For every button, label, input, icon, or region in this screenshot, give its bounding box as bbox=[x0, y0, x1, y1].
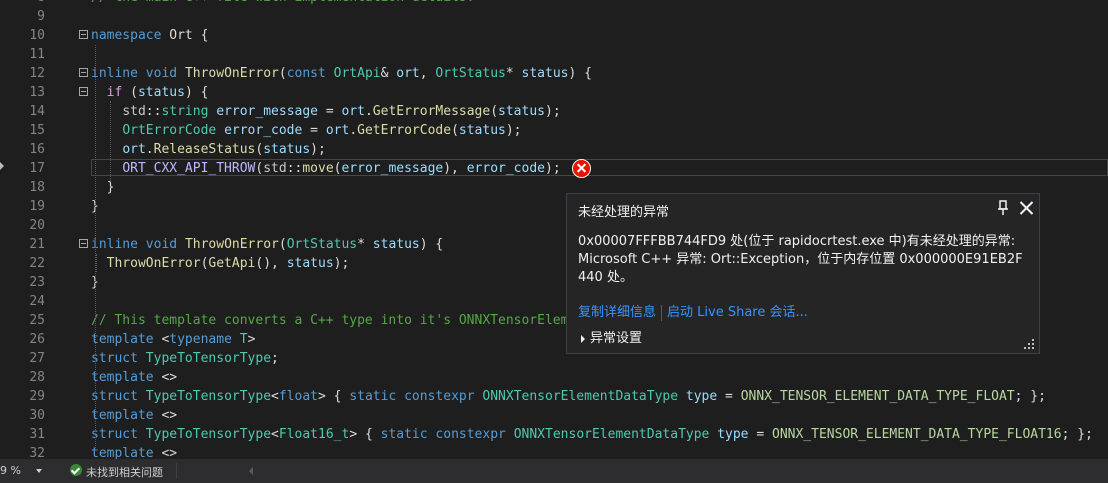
line-number: 20 bbox=[29, 218, 45, 233]
copy-details-link[interactable]: 复制详细信息 bbox=[578, 305, 656, 320]
code-line[interactable]: 15 OrtErrorCode error_code = ort.GetErro… bbox=[0, 121, 1108, 140]
code-text: // the main C++ file with implementation… bbox=[91, 0, 475, 7]
code-text: template <> bbox=[91, 370, 178, 385]
line-number: 27 bbox=[29, 351, 45, 366]
code-line[interactable]: 16 ort.ReleaseStatus(status); bbox=[0, 140, 1108, 159]
code-line[interactable]: 10 namespace Ort { bbox=[0, 26, 1108, 45]
indent-guide bbox=[95, 45, 96, 450]
resize-grip-icon[interactable] bbox=[1023, 338, 1035, 350]
expand-arrow-icon bbox=[581, 334, 585, 343]
line-number: 31 bbox=[29, 427, 45, 442]
code-text: ort.ReleaseStatus(status); bbox=[122, 142, 326, 157]
indent-guide bbox=[110, 101, 111, 181]
code-line[interactable]: 30 template <> bbox=[0, 406, 1108, 425]
popup-links: 复制详细信息 启动 Live Share 会话... bbox=[578, 301, 808, 321]
code-text: namespace Ort { bbox=[91, 28, 209, 43]
zoom-level[interactable]: 9 % bbox=[0, 464, 21, 477]
issues-status[interactable]: 未找到相关问题 bbox=[86, 464, 163, 480]
code-text: inline void ThrowOnError(const OrtApi& o… bbox=[91, 66, 592, 81]
code-text: // This template converts a C++ type int… bbox=[91, 313, 577, 328]
line-number: 17 bbox=[29, 161, 45, 176]
line-number: 8 bbox=[0, 0, 45, 7]
code-text: inline void ThrowOnError(OrtStatus* stat… bbox=[91, 237, 444, 252]
fold-toggle-icon[interactable] bbox=[79, 30, 88, 39]
live-share-link[interactable]: 启动 Live Share 会话... bbox=[667, 305, 808, 320]
fold-toggle-icon[interactable] bbox=[79, 87, 88, 96]
code-line[interactable]: 14 std::string error_message = ort.GetEr… bbox=[0, 102, 1108, 121]
line-number: 10 bbox=[29, 28, 45, 43]
fold-toggle-icon[interactable] bbox=[79, 68, 88, 77]
code-editor[interactable]: 8 // the main C++ file with implementatio… bbox=[0, 0, 1108, 459]
close-icon[interactable] bbox=[1017, 199, 1035, 217]
line-number: 12 bbox=[29, 66, 45, 81]
line-number: 13 bbox=[29, 85, 45, 100]
error-icon[interactable] bbox=[572, 159, 591, 178]
status-bar: 9 % 未找到相关问题 bbox=[0, 459, 1108, 483]
code-text: if (status) { bbox=[106, 85, 209, 100]
line-number: 28 bbox=[29, 370, 45, 385]
exception-settings-label: 异常设置 bbox=[590, 331, 643, 346]
line-number: 16 bbox=[29, 142, 45, 157]
line-number: 21 bbox=[29, 237, 45, 252]
code-text: struct TypeToTensorType; bbox=[91, 351, 279, 366]
code-line[interactable]: 13 if (status) { bbox=[0, 83, 1108, 102]
code-text: ThrowOnError(GetApi(), status); bbox=[106, 256, 350, 271]
code-line[interactable]: 31 struct TypeToTensorType<Float16_t> { s… bbox=[0, 425, 1108, 444]
code-text: template <> bbox=[91, 446, 178, 459]
zoom-dropdown-icon[interactable] bbox=[36, 469, 42, 473]
code-text: struct TypeToTensorType<float> { static … bbox=[91, 389, 1046, 404]
line-number: 18 bbox=[29, 180, 45, 195]
line-number: 23 bbox=[29, 275, 45, 290]
line-number: 11 bbox=[29, 47, 45, 62]
exception-message: 0x00007FFFBB744FD9 处(位于 rapidocrtest.exe… bbox=[578, 234, 1023, 285]
fold-toggle-icon[interactable] bbox=[79, 239, 88, 248]
code-line[interactable]: 11 bbox=[0, 45, 1108, 64]
popup-title: 未经处理的异常 bbox=[578, 205, 670, 220]
line-number: 15 bbox=[29, 123, 45, 138]
scroll-left-icon[interactable] bbox=[249, 467, 253, 475]
line-number: 24 bbox=[29, 294, 45, 309]
code-line[interactable]: 29 struct TypeToTensorType<float> { stati… bbox=[0, 387, 1108, 406]
line-number: 25 bbox=[29, 313, 45, 328]
code-line[interactable]: 32 template <> bbox=[0, 444, 1108, 459]
line-number: 29 bbox=[29, 389, 45, 404]
line-number: 30 bbox=[29, 408, 45, 423]
code-text: struct TypeToTensorType<Float16_t> { sta… bbox=[91, 427, 1093, 442]
status-separator bbox=[176, 463, 177, 479]
line-number: 9 bbox=[37, 9, 45, 24]
indent-guide bbox=[96, 254, 97, 272]
code-text: template <typename T> bbox=[91, 332, 256, 347]
code-line[interactable]: 28 template <> bbox=[0, 368, 1108, 387]
line-number: 26 bbox=[29, 332, 45, 347]
line-number: 22 bbox=[29, 256, 45, 271]
pin-icon[interactable] bbox=[997, 200, 1009, 216]
line-number: 19 bbox=[29, 199, 45, 214]
line-number: 14 bbox=[29, 104, 45, 119]
code-line[interactable]: 9 bbox=[0, 7, 1108, 26]
code-text: OrtErrorCode error_code = ort.GetErrorCo… bbox=[122, 123, 522, 138]
link-separator bbox=[661, 304, 663, 321]
check-circle-icon bbox=[70, 464, 82, 476]
code-line[interactable]: 17 ORT_CXX_API_THROW(std::move(error_mes… bbox=[0, 159, 1108, 178]
code-line[interactable]: 12 inline void ThrowOnError(const OrtApi&… bbox=[0, 64, 1108, 83]
line-number: 32 bbox=[29, 446, 45, 459]
code-text: ORT_CXX_API_THROW(std::move(error_messag… bbox=[122, 161, 561, 176]
code-text: template <> bbox=[91, 408, 178, 423]
code-text: std::string error_message = ort.GetError… bbox=[122, 104, 561, 119]
exception-popup: 未经处理的异常 0x00007FFFBB744FD9 处(位于 rapidocr… bbox=[566, 193, 1040, 354]
exception-settings-toggle[interactable]: 异常设置 bbox=[581, 327, 642, 346]
code-line[interactable]: 8 // the main C++ file with implementatio… bbox=[0, 0, 1108, 7]
